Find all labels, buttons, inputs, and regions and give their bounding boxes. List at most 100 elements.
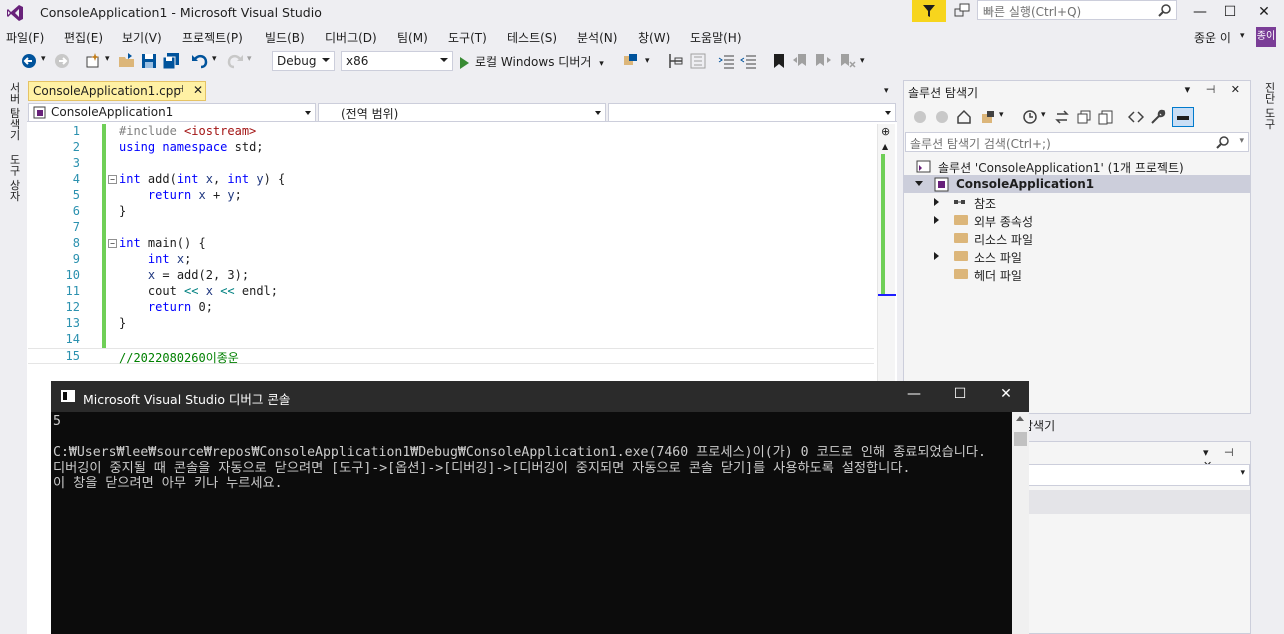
console-scrollbar[interactable] [1012,412,1029,634]
tree-item-external-dependencies[interactable]: 외부 종속성 [904,211,1250,229]
back-dropdown-icon[interactable]: ▾ [41,54,46,64]
scroll-up-icon[interactable]: ▲ [882,142,888,151]
close-icon[interactable]: ✕ [193,83,203,97]
pending-changes-icon[interactable] [1022,109,1038,125]
menu-test[interactable]: 테스트(S) [507,29,557,46]
save-icon[interactable] [140,52,158,70]
properties-object-select[interactable]: ▾ [1017,464,1250,486]
panel-controls[interactable]: ▾ ⊣ ✕ [1185,83,1246,96]
close-button[interactable]: ✕ [1244,0,1284,24]
toolbar-overflow-icon[interactable]: ▾ [645,56,650,66]
console-minimize-button[interactable]: — [894,386,934,406]
switch-views-icon[interactable] [980,109,996,125]
next-bookmark-icon[interactable] [814,52,832,70]
user-name[interactable]: 종운 이 [1194,29,1231,46]
clear-bookmarks-icon[interactable] [838,52,856,70]
bookmark-icon[interactable] [770,52,788,70]
avatar[interactable]: 종이 [1256,27,1276,47]
menu-view[interactable]: 보기(V) [122,29,162,46]
console-output[interactable]: 5 C:₩Users₩lee₩source₩repos₩ConsoleAppli… [53,414,1011,632]
feedback-icon[interactable] [954,3,970,19]
feedback-filter-button[interactable] [912,0,946,22]
pin-icon[interactable]: ⊣ [175,84,184,95]
collapsed-icon[interactable] [934,198,939,206]
menu-help[interactable]: 도움말(H) [690,29,742,46]
save-all-icon[interactable] [162,52,180,70]
menu-tools[interactable]: 도구(T) [448,29,487,46]
redo-dropdown-icon[interactable]: ▾ [247,54,252,64]
menu-team[interactable]: 팀(M) [397,29,428,46]
collapse-icon[interactable]: − [108,239,117,248]
tree-item-solution[interactable]: 솔루션 'ConsoleApplication1' (1개 프로젝트) [904,157,1250,175]
open-folder-icon[interactable] [118,52,136,70]
back-icon[interactable] [20,52,38,70]
browser-link-icon[interactable] [622,52,640,70]
quick-launch-input[interactable]: 빠른 실행(Ctrl+Q) [977,0,1177,20]
solution-label: 솔루션 'ConsoleApplication1' (1개 프로젝트) [938,161,1184,175]
undo-dropdown-icon[interactable]: ▾ [212,54,217,64]
debug-console-window[interactable]: Microsoft Visual Studio 디버그 콘솔 — ☐ ✕ 5 C… [51,381,1029,634]
previous-bookmark-icon[interactable] [792,52,810,70]
forward-icon[interactable] [53,52,71,70]
tab-list-dropdown-icon[interactable]: ▾ [884,86,889,96]
menu-edit[interactable]: 편집(E) [64,29,103,46]
configuration-select[interactable]: Debug [272,51,335,71]
editor-vertical-scrollbar[interactable]: ⊕ ▲ [877,124,896,382]
comment-out-icon[interactable] [718,52,736,70]
expanded-icon[interactable] [915,181,923,186]
menu-analyze[interactable]: 분석(N) [577,29,617,46]
platform-select[interactable]: x86 [341,51,453,71]
tree-item-resource-files[interactable]: 리소스 파일 [904,229,1250,247]
uncomment-icon[interactable] [740,52,758,70]
scroll-up-icon[interactable] [1016,416,1024,421]
wrench-icon[interactable] [1150,109,1166,125]
menu-window[interactable]: 창(W) [638,29,670,46]
split-icon[interactable]: ⊕ [881,125,890,138]
scrollbar-thumb[interactable] [1014,432,1027,446]
redo-icon[interactable] [226,52,244,70]
console-maximize-button[interactable]: ☐ [940,386,980,406]
user-dropdown-icon[interactable]: ▾ [1240,31,1245,41]
layout-icon[interactable] [689,52,707,70]
server-explorer-tab[interactable]: 서버 탐색기 [6,82,22,141]
tree-item-source-files[interactable]: 소스 파일 [904,247,1250,265]
toolbar-overflow-icon[interactable]: ▾ [860,56,865,66]
collapsed-icon[interactable] [934,252,939,260]
start-dropdown-icon[interactable]: ▾ [599,59,604,69]
project-navigation-select[interactable]: ConsoleApplication1 [28,103,316,122]
tree-item-project[interactable]: ConsoleApplication1 [904,175,1250,193]
menu-build[interactable]: 빌드(B) [265,29,305,46]
code-text-area[interactable]: 1 #include <iostream> 2 using namespace st… [28,124,876,380]
step-icon[interactable] [667,52,685,70]
menu-project[interactable]: 프로젝트(P) [182,29,243,46]
new-project-icon[interactable] [84,52,102,70]
sync-icon[interactable] [1054,109,1070,125]
start-debugging-button[interactable]: 로컬 Windows 디버거 ▾ [460,53,604,70]
back-icon[interactable] [912,109,928,125]
diagnostic-tools-tab[interactable]: 진단 도구 [1261,82,1277,130]
search-options-dropdown-icon[interactable]: ▾ [1239,136,1244,146]
tree-item-references[interactable]: 참조 [904,193,1250,211]
console-title-bar[interactable]: Microsoft Visual Studio 디버그 콘솔 — ☐ ✕ [51,381,1029,412]
pending-dropdown-icon[interactable]: ▾ [1041,110,1046,120]
preview-selected-button[interactable] [1172,107,1194,127]
collapse-all-icon[interactable] [1076,109,1092,125]
solution-explorer-search[interactable]: 솔루션 탐색기 검색(Ctrl+;) ▾ [905,132,1249,152]
undo-icon[interactable] [191,52,209,70]
toolbox-tab[interactable]: 도구 상자 [6,154,22,202]
menu-file[interactable]: 파일(F) [6,29,44,46]
collapse-icon[interactable]: − [108,175,117,184]
forward-icon[interactable] [934,109,950,125]
console-close-button[interactable]: ✕ [986,386,1026,406]
menu-debug[interactable]: 디버그(D) [325,29,377,46]
show-all-files-icon[interactable] [1098,109,1114,125]
collapsed-icon[interactable] [934,216,939,224]
switch-views-dropdown-icon[interactable]: ▾ [999,110,1004,120]
view-code-icon[interactable] [1128,109,1144,125]
home-icon[interactable] [956,109,972,125]
member-navigation-select[interactable] [608,103,896,122]
tree-item-header-files[interactable]: 헤더 파일 [904,265,1250,283]
tab-consoleapplication1-cpp[interactable]: ConsoleApplication1.cpp ⊣ ✕ [28,81,206,101]
new-dropdown-icon[interactable]: ▾ [105,54,110,64]
scope-navigation-select[interactable]: (전역 범위) [318,103,606,122]
